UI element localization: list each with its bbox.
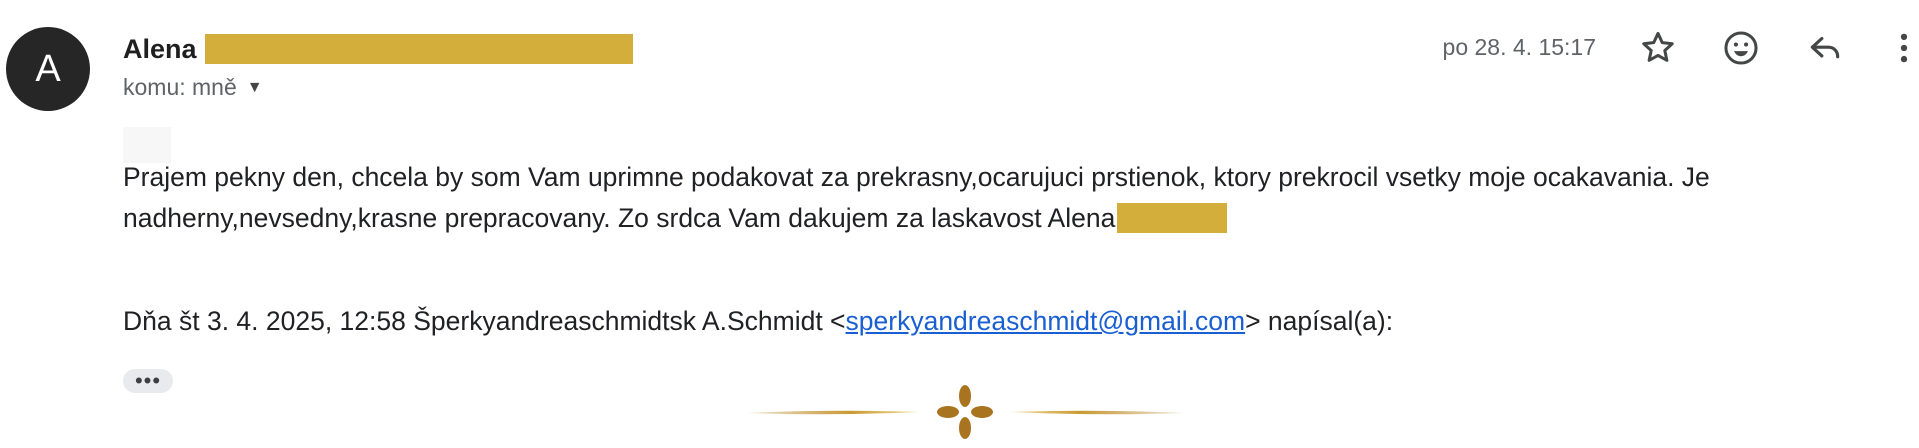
sender-row: Alena xyxy=(123,32,633,66)
quote-header: Dňa št 3. 4. 2025, 12:58 Šperkyandreasch… xyxy=(123,306,1393,337)
emoji-icon[interactable] xyxy=(1717,24,1765,72)
message-body-text: nadherny,nevsedny,krasne prepracovany. Z… xyxy=(123,203,1116,233)
show-trimmed-content-button[interactable]: ••• xyxy=(123,369,173,393)
sender-email-link[interactable]: sperkyandreaschmidt@gmail.com xyxy=(846,306,1246,336)
reply-icon[interactable] xyxy=(1801,24,1849,72)
message-date: po 28. 4. 15:17 xyxy=(1442,34,1596,60)
message-body: Prajem pekny den, chcela by som Vam upri… xyxy=(123,157,1763,239)
quote-suffix: > napísal(a): xyxy=(1245,306,1394,336)
quote-prefix: Dňa št 3. 4. 2025, 12:58 Šperkyandreasch… xyxy=(123,306,846,336)
sender-name[interactable]: Alena xyxy=(123,34,197,65)
message-body-line: Prajem pekny den, chcela by som Vam upri… xyxy=(123,162,1710,192)
star-icon[interactable] xyxy=(1634,24,1682,72)
ornament-divider xyxy=(745,385,1185,439)
redacted-signature xyxy=(1117,203,1228,233)
avatar[interactable]: A xyxy=(6,27,90,111)
redacted-surname xyxy=(204,34,633,64)
message-body-line: nadherny,nevsedny,krasne prepracovany. Z… xyxy=(123,198,1763,239)
recipient-label: komu: mně xyxy=(123,74,237,100)
recipient-toggle[interactable]: komu: mně ▼ xyxy=(123,74,263,101)
chevron-down-icon[interactable]: ▼ xyxy=(247,79,263,97)
more-vert-icon[interactable] xyxy=(1880,24,1919,72)
